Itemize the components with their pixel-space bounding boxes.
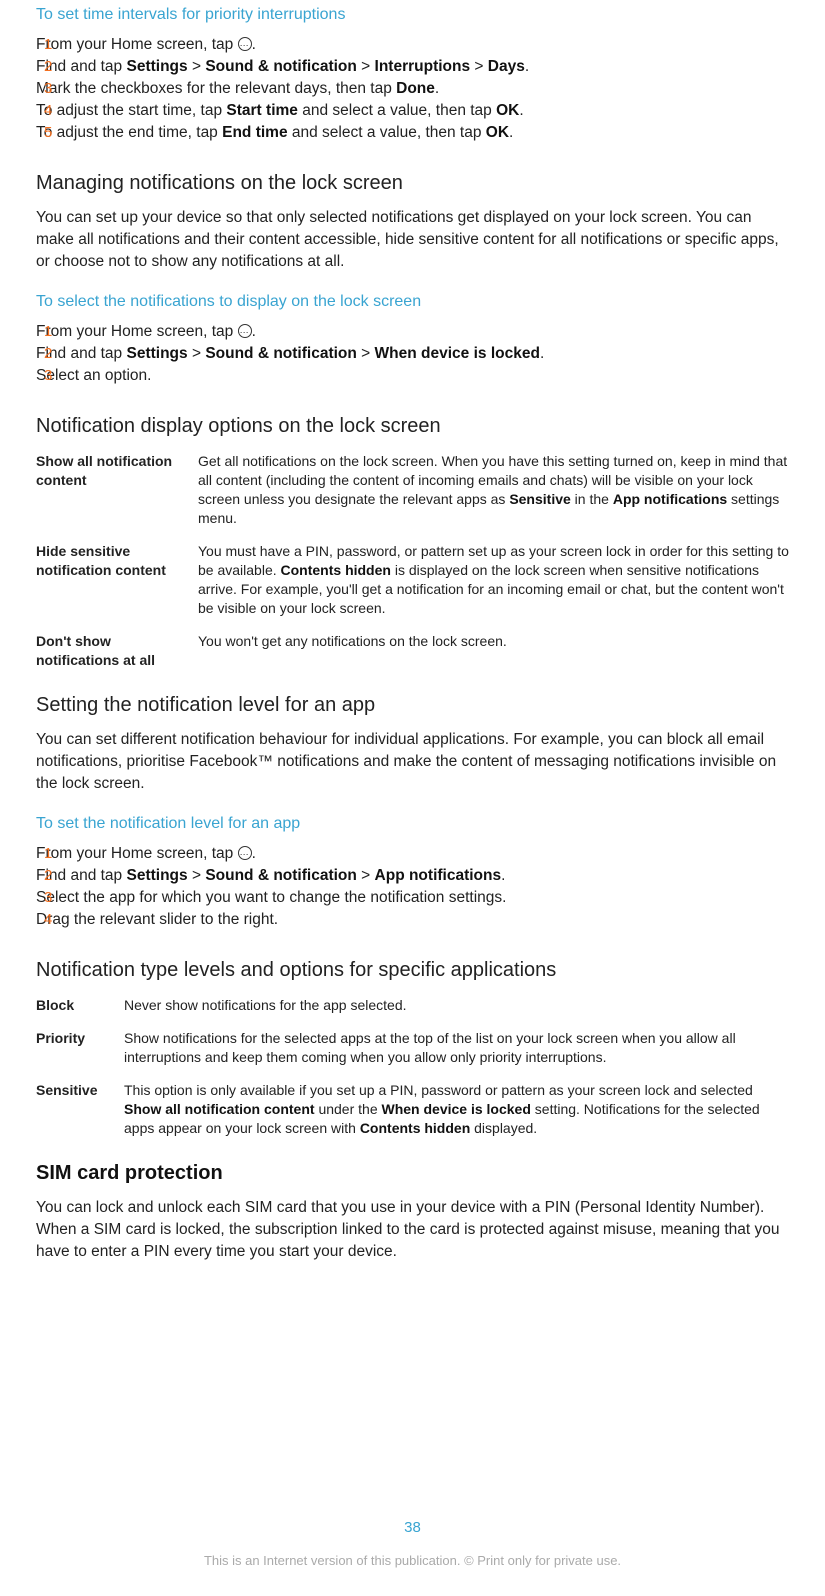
step-number: 2 [44,343,52,365]
procedure-title: To set time intervals for priority inter… [36,6,789,24]
option-row: Block Never show notifications for the a… [36,996,789,1015]
step-number: 4 [44,909,52,931]
procedure-title: To select the notifications to display o… [36,293,789,311]
apps-icon [238,324,252,338]
option-row: Show all notification content Get all no… [36,452,789,528]
option-row: Priority Show notifications for the sele… [36,1029,789,1067]
step-text: From your Home screen, tap . [36,323,256,340]
steps-list-3: 1From your Home screen, tap . 2Find and … [36,843,789,931]
step-text: Find and tap Settings > Sound & notifica… [36,345,544,362]
body-paragraph: You can set different notification behav… [36,729,789,795]
option-row: Sensitive This option is only available … [36,1081,789,1138]
option-description: Get all notifications on the lock screen… [198,452,789,528]
step-number: 3 [44,365,52,387]
apps-icon [238,37,252,51]
option-label: Don't show notifications at all [36,632,186,670]
step-text: Drag the relevant slider to the right. [36,911,278,928]
step-number: 3 [44,78,52,100]
option-label: Sensitive [36,1081,112,1138]
step-number: 5 [44,122,52,144]
option-label: Hide sensitive notification content [36,542,186,618]
step-text: To adjust the start time, tap Start time… [36,102,524,119]
body-paragraph: You can set up your device so that only … [36,207,789,273]
page-number: 38 [0,1519,825,1536]
option-description: Show notifications for the selected apps… [124,1029,789,1067]
section-heading: Notification type levels and options for… [36,959,789,982]
section-heading-bold: SIM card protection [36,1162,789,1185]
step-text: Find and tap Settings > Sound & notifica… [36,58,529,75]
types-table: Block Never show notifications for the a… [36,996,789,1138]
section-heading: Notification display options on the lock… [36,415,789,438]
body-paragraph: You can lock and unlock each SIM card th… [36,1197,789,1263]
option-description: You won't get any notifications on the l… [198,632,789,670]
options-table: Show all notification content Get all no… [36,452,789,670]
step-number: 2 [44,56,52,78]
procedure-title: To set the notification level for an app [36,815,789,833]
step-number: 1 [44,843,52,865]
option-label: Show all notification content [36,452,186,528]
step-number: 4 [44,100,52,122]
step-text: Mark the checkboxes for the relevant day… [36,80,439,97]
step-text: To adjust the end time, tap End time and… [36,124,513,141]
steps-list-1: 1From your Home screen, tap . 2Find and … [36,34,789,144]
step-text: Select the app for which you want to cha… [36,889,506,906]
step-number: 1 [44,321,52,343]
step-text: From your Home screen, tap . [36,845,256,862]
option-description: This option is only available if you set… [124,1081,789,1138]
step-text: Select an option. [36,367,151,384]
step-number: 1 [44,34,52,56]
step-text: Find and tap Settings > Sound & notifica… [36,867,505,884]
footer-note: This is an Internet version of this publ… [0,1553,825,1568]
option-row: Don't show notifications at all You won'… [36,632,789,670]
step-number: 3 [44,887,52,909]
option-description: You must have a PIN, password, or patter… [198,542,789,618]
step-text: From your Home screen, tap . [36,36,256,53]
option-label: Block [36,996,112,1015]
option-row: Hide sensitive notification content You … [36,542,789,618]
option-label: Priority [36,1029,112,1067]
section-heading: Setting the notification level for an ap… [36,694,789,717]
section-heading: Managing notifications on the lock scree… [36,172,789,195]
step-number: 2 [44,865,52,887]
apps-icon [238,846,252,860]
steps-list-2: 1From your Home screen, tap . 2Find and … [36,321,789,387]
option-description: Never show notifications for the app sel… [124,996,789,1015]
